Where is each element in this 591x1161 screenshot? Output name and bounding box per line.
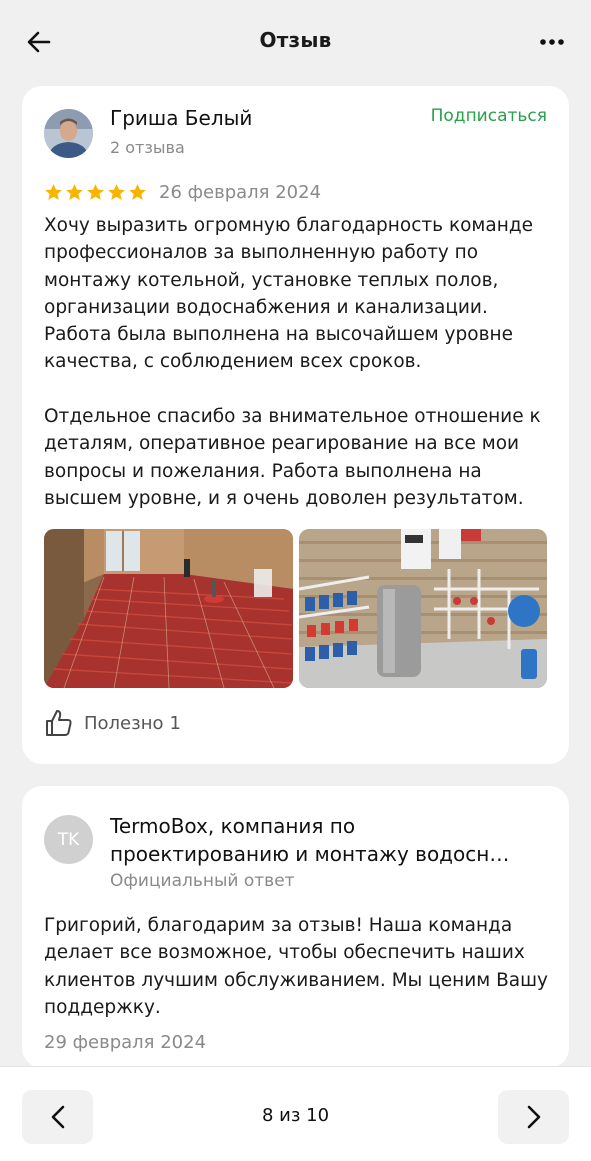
useful-button[interactable]: Полезно 1 [44,708,181,738]
reply-text: Григорий, благодарим за отзыв! Наша кома… [44,915,548,1018]
company-name[interactable]: TermoBox, компания по проектированию и м… [110,812,540,868]
next-button[interactable] [498,1090,569,1144]
star-icon [45,183,62,200]
user-photo-icon [44,109,93,158]
star-icon [108,183,125,200]
review-photo-2[interactable] [298,529,547,688]
top-bar: Отзыв [0,0,591,84]
avatar[interactable] [44,109,93,158]
star-icon [129,183,146,200]
floor-heating-photo [44,529,293,688]
star-rating [44,183,147,202]
useful-count: 1 [169,712,181,734]
pagination-bar: 8 из 10 [0,1066,591,1161]
review-card: Гриша Белый 2 отзыва Подписаться 26 февр… [22,86,569,764]
review-date: 26 февраля 2024 [159,181,322,203]
subscribe-button[interactable]: Подписаться [431,106,547,126]
page-title: Отзыв [259,28,332,52]
boiler-room-photo [298,529,547,688]
photo-gallery [44,529,547,688]
thumbs-up-icon [46,710,72,736]
star-icon [66,183,83,200]
chevron-right-icon [527,1105,540,1129]
reply-date: 29 февраля 2024 [44,1032,207,1053]
review-photo-1[interactable] [44,529,293,688]
author-name[interactable]: Гриша Белый [110,106,252,130]
official-reply-card: TK TermoBox, компания по проектированию … [22,786,569,1068]
rating-row: 26 февраля 2024 [44,180,321,204]
useful-label: Полезно [84,712,164,734]
author-review-count: 2 отзыва [110,138,185,157]
review-text: Хочу выразить огромную благодарность ком… [44,215,541,509]
official-reply-label: Официальный ответ [110,871,295,891]
company-avatar: TK [44,815,93,864]
star-icon [87,183,104,200]
more-options-button[interactable] [535,28,569,56]
more-horizontal-icon [540,39,564,45]
